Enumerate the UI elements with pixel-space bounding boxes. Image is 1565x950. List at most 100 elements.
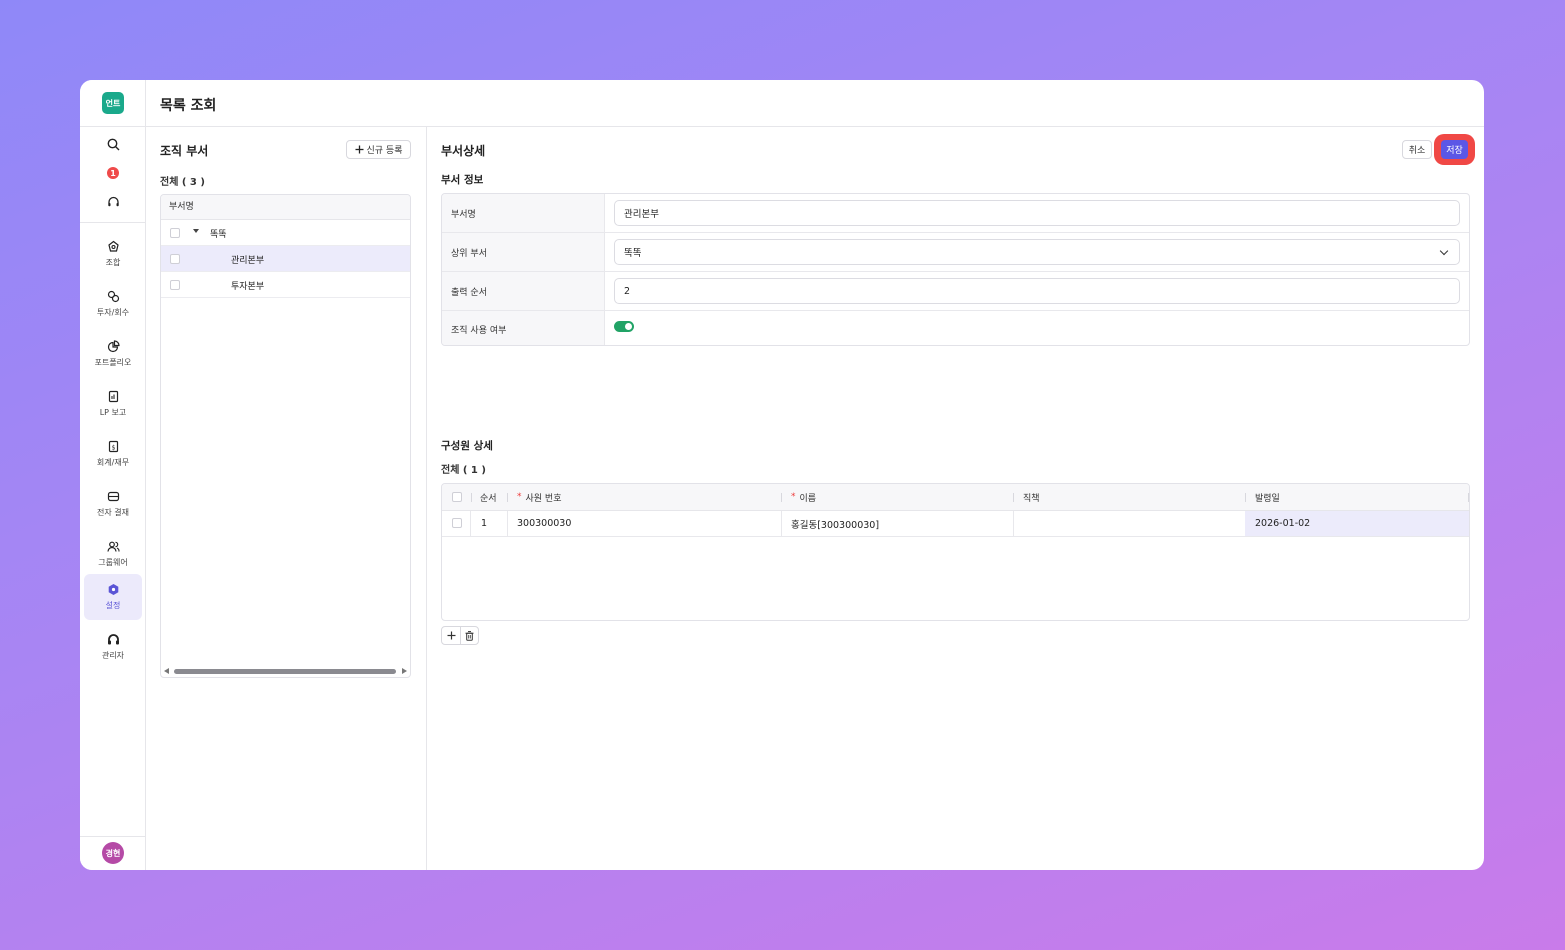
nav-label: 회계/재무 <box>96 458 130 467</box>
nav-item-portfolio[interactable]: 포트폴리오 <box>84 331 142 377</box>
tree-node-label: 관리본부 <box>231 256 265 266</box>
column-issue-date[interactable]: 발령일 <box>1246 484 1280 510</box>
org-panel-title: 조직 부서 <box>160 144 209 158</box>
grid-row-actions <box>441 626 479 645</box>
org-use-toggle[interactable] <box>614 321 634 332</box>
required-mark: * <box>517 492 522 502</box>
plus-icon <box>355 145 363 154</box>
select-all-checkbox[interactable] <box>452 492 462 502</box>
dept-name-input[interactable]: 관리본부 <box>614 200 1460 226</box>
cell-emp-no[interactable]: 300300030 <box>508 511 571 536</box>
settings-icon <box>108 584 118 595</box>
nav-item-groupware[interactable]: 그룹웨어 <box>84 531 142 577</box>
tree-row-management[interactable]: 관리본부 <box>161 246 410 272</box>
nav-item-lp-report[interactable]: LP 보고 <box>84 381 142 427</box>
cell-issue-date[interactable]: 2026-01-02 <box>1245 511 1469 536</box>
nav-label: 조합 <box>105 258 121 267</box>
form-row-order: 출력 순서 2 <box>442 272 1469 311</box>
column-emp-no[interactable]: * 사원 번호 <box>508 484 561 510</box>
detail-panel: 부서상세 취소 저장 부서 정보 부서명 관리본부 상위 부서 똑똑 출력 순서… <box>427 127 1484 870</box>
nav-label: 투자/회수 <box>96 308 130 317</box>
avatar[interactable]: 경현 <box>102 842 124 864</box>
column-name-label: 이름 <box>799 493 817 504</box>
column-order[interactable]: 순서 <box>471 484 497 510</box>
app-window: 언트 1 조합 투자/회수 포트폴리오 LP 보고 $ 회계/재무 전자 결재 … <box>80 80 1484 870</box>
parent-dept-select[interactable]: 똑똑 <box>614 239 1460 265</box>
nav-label: 설정 <box>105 601 121 610</box>
approval-icon <box>107 491 119 502</box>
sidebar-divider <box>80 222 146 223</box>
header: 목록 조회 <box>146 80 1484 127</box>
nav-label: 포트폴리오 <box>94 358 132 367</box>
expand-caret-icon[interactable] <box>193 229 199 233</box>
row-checkbox[interactable] <box>452 518 462 528</box>
parent-dept-value: 똑똑 <box>624 248 642 259</box>
column-separator <box>1468 493 1469 502</box>
admin-icon <box>107 634 119 645</box>
grid-header: 순서 * 사원 번호 * 이름 직책 발령일 <box>442 484 1469 511</box>
accounting-icon: $ <box>108 440 118 453</box>
field-label: 부서명 <box>442 194 605 232</box>
display-order-input[interactable]: 2 <box>614 278 1460 304</box>
form-row-parent: 상위 부서 똑똑 <box>442 233 1469 272</box>
portfolio-icon <box>107 340 120 353</box>
scroll-right-icon[interactable] <box>402 668 407 674</box>
tree-row-investment[interactable]: 투자본부 <box>161 272 410 298</box>
sidebar-divider <box>80 836 146 837</box>
field-label: 상위 부서 <box>442 233 605 271</box>
union-icon <box>107 240 119 252</box>
nav-item-approval[interactable]: 전자 결재 <box>84 481 142 527</box>
cell-divider <box>470 511 471 536</box>
org-panel: 조직 부서 신규 등록 전체 ( 3 ) 부서명 똑똑 관리본부 투자본부 <box>146 127 427 870</box>
row-checkbox[interactable] <box>170 228 180 238</box>
tree-node-label: 똑똑 <box>210 230 227 240</box>
app-logo[interactable]: 언트 <box>102 92 124 114</box>
field-label: 조직 사용 여부 <box>442 311 605 345</box>
groupware-icon <box>106 541 120 552</box>
nav-label: LP 보고 <box>99 408 127 417</box>
field-label: 출력 순서 <box>442 272 605 310</box>
delete-row-button[interactable] <box>460 627 478 644</box>
cell-position[interactable] <box>1014 511 1023 536</box>
nav-item-admin[interactable]: 관리자 <box>84 624 142 670</box>
new-register-label: 신규 등록 <box>366 146 403 156</box>
chevron-down-icon <box>1439 246 1449 256</box>
cell-order[interactable]: 1 <box>472 511 487 536</box>
page-title: 목록 조회 <box>160 98 217 114</box>
add-row-button[interactable] <box>442 627 460 644</box>
svg-text:$: $ <box>111 444 115 451</box>
row-checkbox[interactable] <box>170 280 180 290</box>
nav-item-settings[interactable]: 설정 <box>84 574 142 620</box>
form-row-use: 조직 사용 여부 <box>442 311 1469 345</box>
scroll-left-icon[interactable] <box>164 668 169 674</box>
row-checkbox[interactable] <box>170 254 180 264</box>
required-mark: * <box>791 492 796 502</box>
headset-icon[interactable] <box>105 194 121 210</box>
column-emp-no-label: 사원 번호 <box>525 493 562 504</box>
members-grid: 순서 * 사원 번호 * 이름 직책 발령일 1 300300030 홍길동[300… <box>441 483 1470 621</box>
tree-node-label: 투자본부 <box>231 282 265 292</box>
tree-row-root[interactable]: 똑똑 <box>161 220 410 246</box>
cell-name[interactable]: 홍길동[300300030] <box>782 511 879 536</box>
table-row[interactable]: 1 300300030 홍길동[300300030] 2026-01-02 <box>442 511 1469 537</box>
nav-label: 관리자 <box>101 651 125 660</box>
search-icon[interactable] <box>105 136 121 152</box>
column-position[interactable]: 직책 <box>1014 484 1040 510</box>
cancel-button[interactable]: 취소 <box>1402 140 1432 159</box>
trash-icon <box>465 630 474 641</box>
scrollbar-thumb[interactable] <box>174 669 396 674</box>
notification-badge[interactable]: 1 <box>107 167 119 179</box>
nav-item-investment[interactable]: 투자/회수 <box>84 281 142 327</box>
save-button[interactable]: 저장 <box>1441 140 1468 159</box>
org-count: 전체 ( 3 ) <box>160 177 205 188</box>
nav-item-union[interactable]: 조합 <box>84 231 142 277</box>
report-icon <box>108 390 118 403</box>
new-register-button[interactable]: 신규 등록 <box>346 140 411 159</box>
horizontal-scrollbar[interactable] <box>161 665 410 677</box>
nav-label: 그룹웨어 <box>98 558 128 567</box>
column-name[interactable]: * 이름 <box>782 484 816 510</box>
members-heading: 구성원 상세 <box>441 440 493 452</box>
plus-icon <box>447 631 455 640</box>
nav-item-accounting[interactable]: $ 회계/재무 <box>84 431 142 477</box>
sidebar: 언트 1 조합 투자/회수 포트폴리오 LP 보고 $ 회계/재무 전자 결재 … <box>80 80 146 870</box>
